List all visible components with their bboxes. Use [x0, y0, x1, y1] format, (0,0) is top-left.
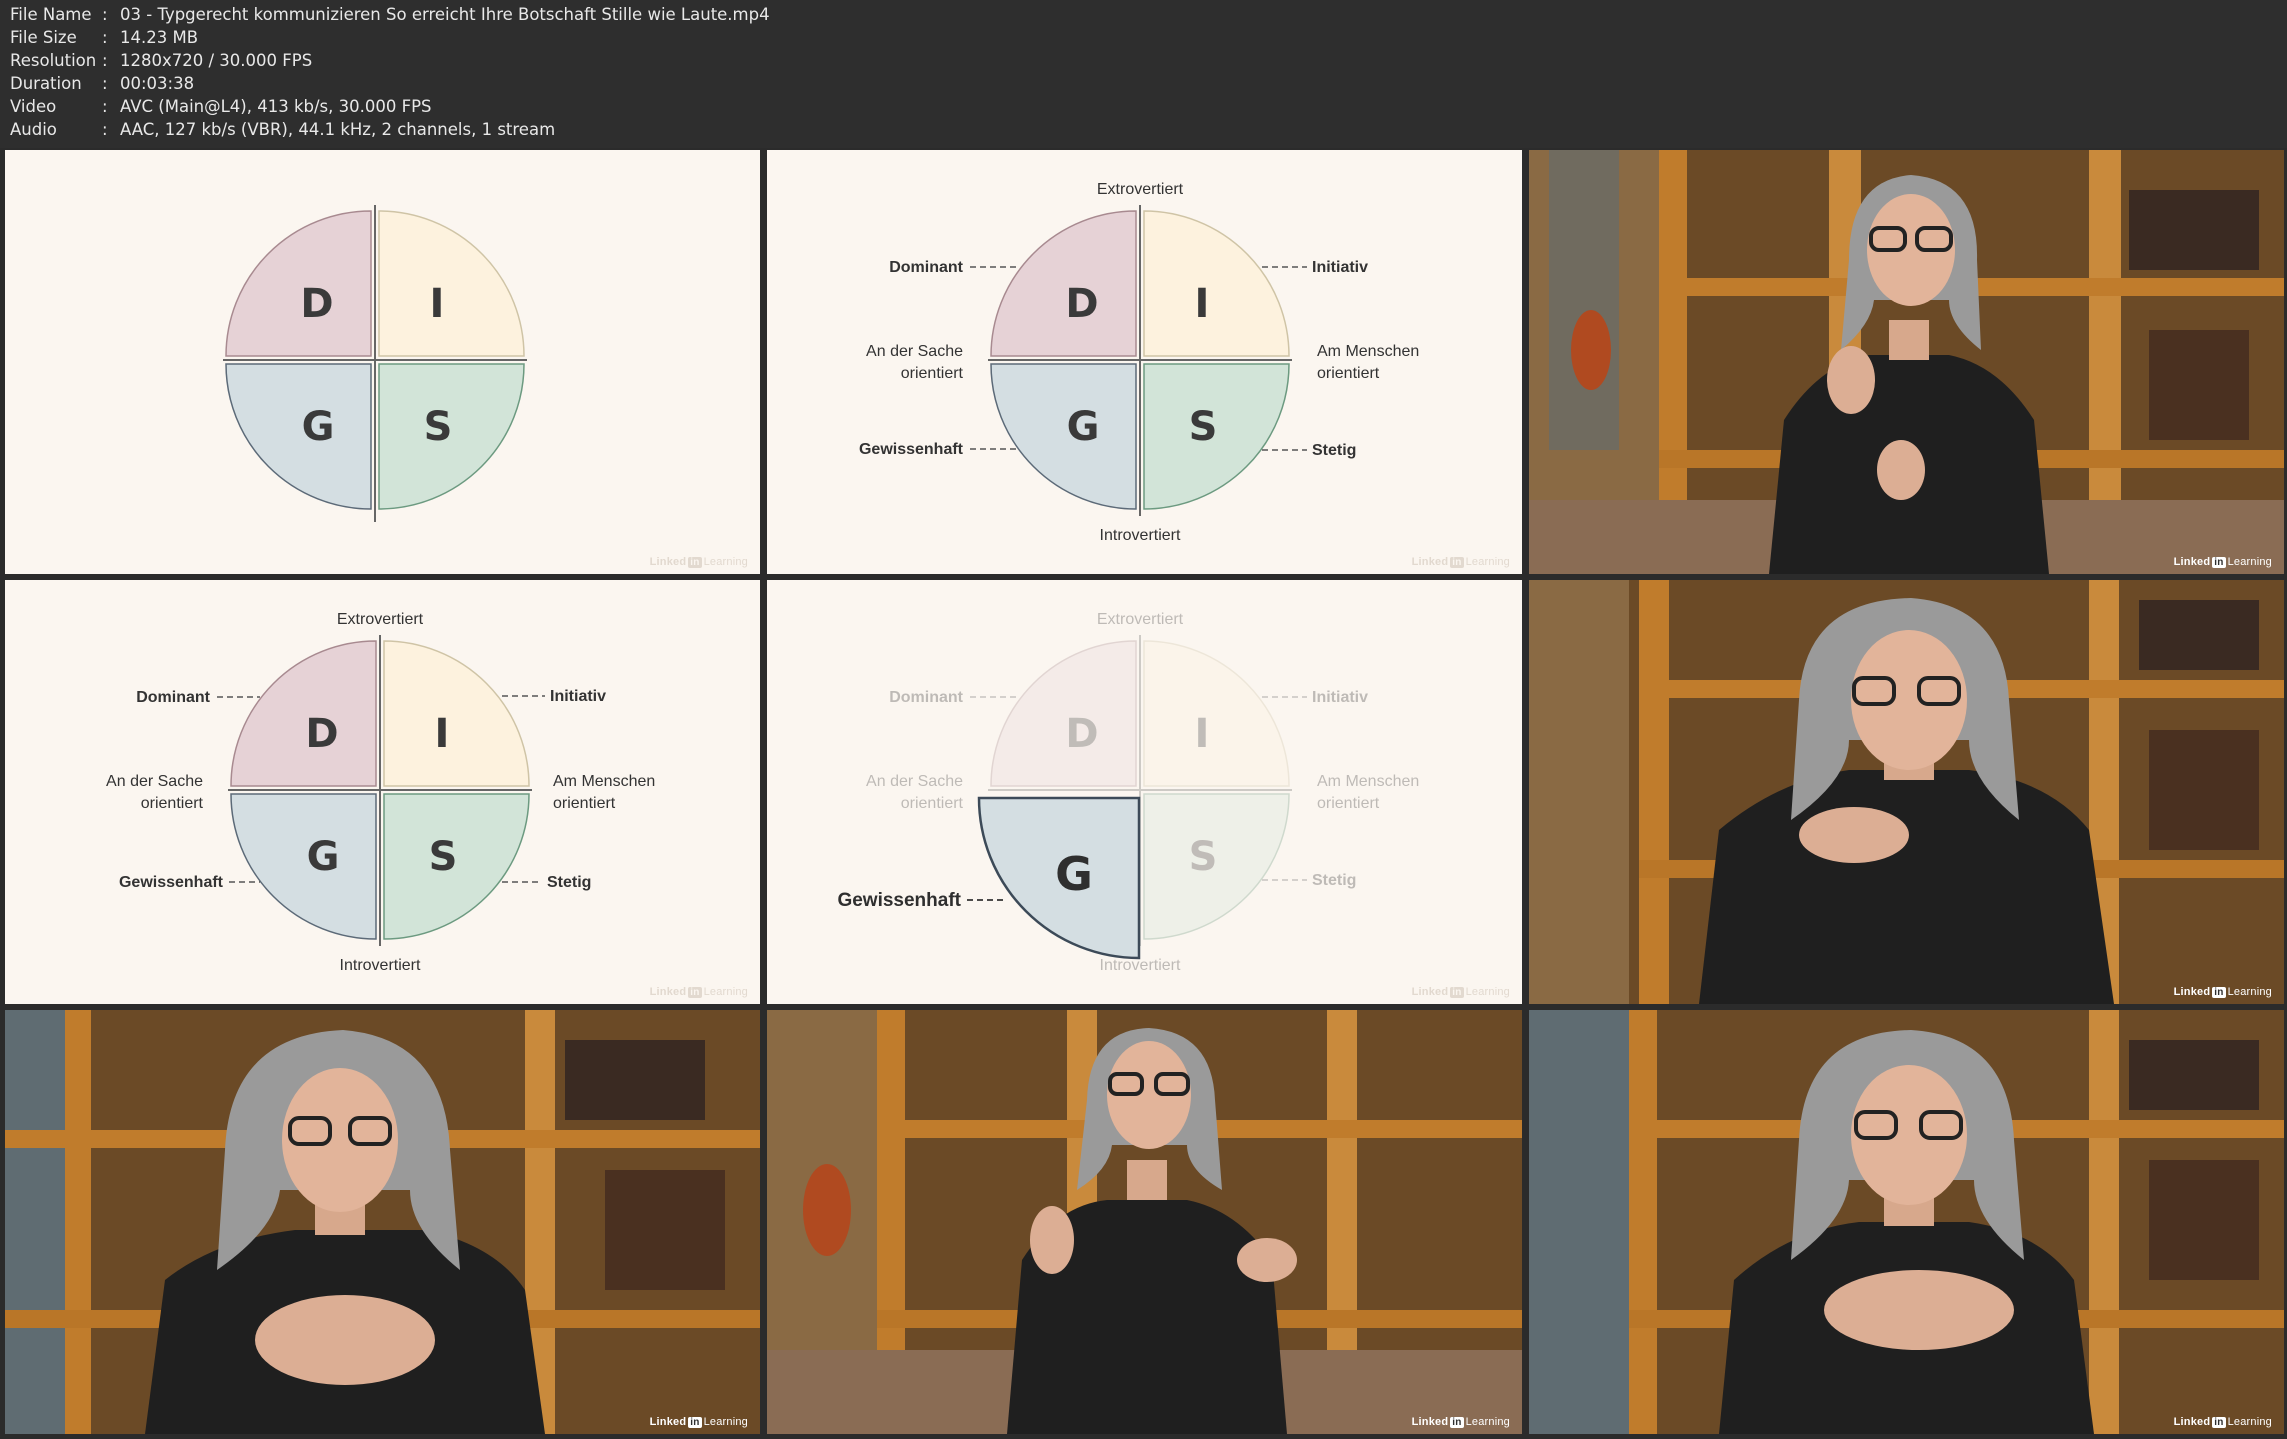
thumbnail-8-presenter[interactable]: Linked in Learning	[767, 1010, 1522, 1434]
letter-d: D	[300, 281, 333, 327]
disc-diagram: D I G S Extrovertiert Introvertiert Domi…	[106, 611, 655, 974]
label-gewissenhaft: Gewissenhaft	[119, 874, 224, 891]
linkedin-learning-watermark: Linked in Learning	[2173, 556, 2272, 568]
label-sache-2: orientiert	[901, 365, 964, 382]
label-dominant: Dominant	[889, 259, 963, 276]
meta-duration: Duration:00:03:38	[10, 74, 195, 93]
presenter-video-frame	[767, 1010, 1522, 1434]
label-stetig: Stetig	[1312, 872, 1356, 889]
label-introvertiert: Introvertiert	[1100, 957, 1181, 974]
quadrant-i	[378, 210, 525, 357]
letter-i: I	[1195, 281, 1210, 327]
letter-g: G	[1055, 847, 1093, 901]
quadrant-d	[990, 640, 1137, 787]
label-menschen-1: Am Menschen	[1317, 343, 1419, 360]
quadrant-g	[225, 363, 372, 510]
quadrant-i	[383, 640, 530, 787]
label-sache-2: orientiert	[901, 795, 964, 812]
letter-s: S	[1189, 404, 1218, 450]
disc-diagram: D I G S Extrovertiert Introvertiert Domi…	[859, 181, 1419, 544]
label-gewissenhaft: Gewissenhaft	[859, 441, 964, 458]
label-gewissenhaft-highlighted: Gewissenhaft	[837, 890, 961, 911]
label-menschen-2: orientiert	[1317, 365, 1380, 382]
letter-g: G	[307, 834, 340, 880]
label-extrovertiert: Extrovertiert	[337, 611, 424, 628]
meta-resolution: Resolution:1280x720 / 30.000 FPS	[10, 51, 313, 70]
label-sache-1: An der Sache	[866, 773, 963, 790]
letter-s: S	[424, 404, 453, 450]
meta-audio: Audio: AAC, 127 kb/s (VBR), 44.1 kHz, 2 c…	[10, 120, 556, 139]
linkedin-learning-watermark: Linked in Learning	[649, 556, 748, 568]
quadrant-i	[1143, 640, 1290, 787]
label-dominant: Dominant	[889, 689, 963, 706]
quadrant-g	[990, 363, 1137, 510]
letter-s: S	[1189, 834, 1218, 880]
meta-file-size: File Size:14.23 MB	[10, 28, 199, 47]
label-menschen-1: Am Menschen	[553, 773, 655, 790]
linkedin-learning-watermark: Linked in Learning	[2173, 986, 2272, 998]
letter-d: D	[1065, 281, 1098, 327]
presenter-video-frame	[1529, 580, 2284, 1004]
label-introvertiert: Introvertiert	[340, 957, 421, 974]
file-info-header: File Name:03 - Typgerecht kommunizieren …	[0, 0, 2287, 148]
presenter-video-frame	[1529, 150, 2284, 574]
linkedin-learning-watermark: Linked in Learning	[1411, 556, 1510, 568]
thumbnail-5-disc-g-highlight[interactable]: D I S Extrovertiert Introvertiert Domina…	[767, 580, 1522, 1004]
thumbnail-grid: D I G S Linked in Learning D I G S Extrove…	[5, 150, 2285, 1436]
thumbnail-4-disc-labelled[interactable]: D I G S Extrovertiert Introvertiert Domi…	[5, 580, 760, 1004]
thumbnail-9-presenter[interactable]: Linked in Learning	[1529, 1010, 2284, 1434]
thumbnail-7-presenter[interactable]: Linked in Learning	[5, 1010, 760, 1434]
disc-diagram: D I G S	[223, 205, 527, 522]
label-extrovertiert: Extrovertiert	[1097, 181, 1184, 198]
linkedin-learning-watermark: Linked in Learning	[649, 1416, 748, 1428]
label-initiativ: Initiativ	[1312, 689, 1368, 706]
meta-file-name: File Name:03 - Typgerecht kommunizieren …	[10, 5, 770, 24]
quadrant-g	[230, 793, 377, 940]
thumbnail-1-disc-plain[interactable]: D I G S Linked in Learning	[5, 150, 760, 574]
letter-s: S	[429, 834, 458, 880]
label-extrovertiert: Extrovertiert	[1097, 611, 1184, 628]
disc-diagram: D I S Extrovertiert Introvertiert Domina…	[837, 611, 1419, 974]
label-initiativ: Initiativ	[1312, 259, 1368, 276]
letter-g: G	[302, 404, 335, 450]
label-stetig: Stetig	[1312, 442, 1356, 459]
letter-d: D	[1065, 711, 1098, 757]
label-sache-1: An der Sache	[106, 773, 203, 790]
letter-i: I	[430, 281, 445, 327]
quadrant-d	[990, 210, 1137, 357]
linkedin-learning-watermark: Linked in Learning	[1411, 1416, 1510, 1428]
letter-i: I	[435, 711, 450, 757]
label-menschen-2: orientiert	[1317, 795, 1380, 812]
presenter-video-frame	[1529, 1010, 2284, 1434]
label-dominant: Dominant	[136, 689, 210, 706]
letter-d: D	[305, 711, 338, 757]
thumbnail-6-presenter[interactable]: Linked in Learning	[1529, 580, 2284, 1004]
quadrant-d	[225, 210, 372, 357]
label-stetig: Stetig	[547, 874, 591, 891]
thumbnail-2-disc-labelled[interactable]: D I G S Extrovertiert Introvertiert Domi…	[767, 150, 1522, 574]
label-sache-2: orientiert	[141, 795, 204, 812]
label-menschen-1: Am Menschen	[1317, 773, 1419, 790]
linkedin-learning-watermark: Linked in Learning	[2173, 1416, 2272, 1428]
letter-i: I	[1195, 711, 1210, 757]
label-menschen-2: orientiert	[553, 795, 616, 812]
label-sache-1: An der Sache	[866, 343, 963, 360]
presenter-video-frame	[5, 1010, 760, 1434]
thumbnail-3-presenter[interactable]: Linked in Learning	[1529, 150, 2284, 574]
quadrant-d	[230, 640, 377, 787]
label-introvertiert: Introvertiert	[1100, 527, 1181, 544]
meta-video: Video: AVC (Main@L4), 413 kb/s, 30.000 FP…	[10, 97, 432, 116]
linkedin-learning-watermark: Linked in Learning	[1411, 986, 1510, 998]
linkedin-learning-watermark: Linked in Learning	[649, 986, 748, 998]
label-initiativ: Initiativ	[550, 688, 606, 705]
quadrant-i	[1143, 210, 1290, 357]
letter-g: G	[1067, 404, 1100, 450]
